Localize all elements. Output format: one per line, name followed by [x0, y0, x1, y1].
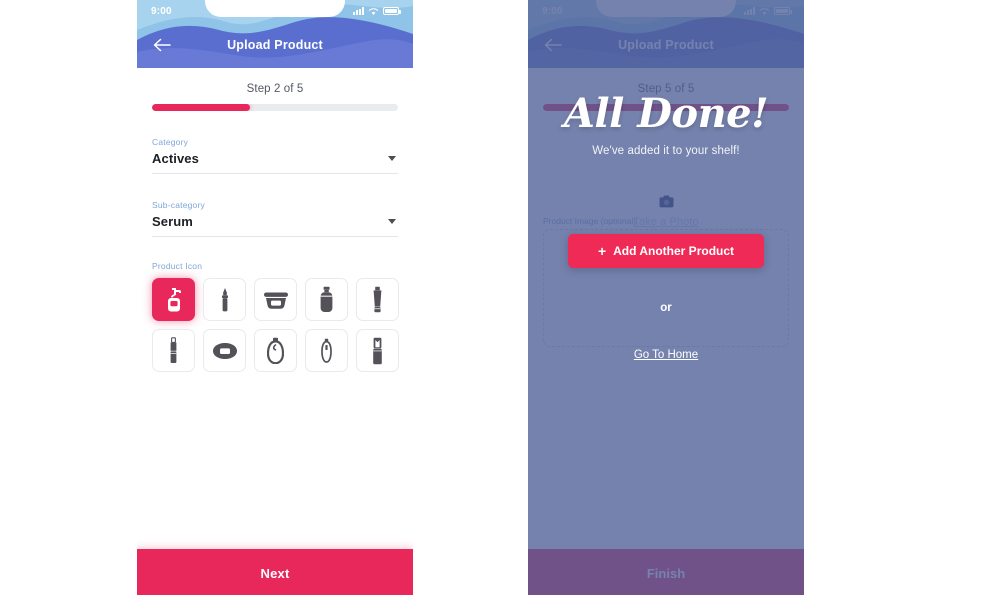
status-time: 9:00 [151, 5, 172, 17]
field-subcategory-label: Sub-category [152, 200, 205, 210]
lipstick-tube-icon [373, 337, 382, 364]
app-header: 9:00 Upload Product [137, 0, 413, 68]
field-category-value: Actives [152, 151, 199, 166]
lotion-bottle-icon [267, 337, 284, 364]
wifi-icon [368, 7, 379, 15]
phone-screen-all-done: 9:00 Upload Product Step 5 of 5 Product … [528, 0, 804, 595]
next-button[interactable]: Next [137, 549, 413, 595]
product-icon-label: Product Icon [152, 261, 203, 271]
cream-jar-icon-cell[interactable] [254, 278, 297, 321]
battery-full-icon [383, 7, 401, 15]
small-vial-icon-cell[interactable] [305, 329, 348, 372]
progress-bar-fill [152, 104, 251, 111]
lipstick-tube-icon-cell[interactable] [356, 329, 399, 372]
pump-bottle-icon [167, 287, 181, 311]
field-category[interactable]: Category Actives [152, 137, 398, 174]
page-title: Upload Product [227, 38, 323, 52]
progress-bar-track [152, 104, 398, 111]
chevron-down-icon[interactable] [388, 156, 396, 161]
plus-icon: + [597, 243, 607, 259]
camera-icon [659, 195, 674, 213]
next-button-label: Next [260, 566, 290, 581]
dropper-bottle-icon [221, 287, 228, 311]
squeeze-tube-icon [373, 286, 382, 313]
add-another-product-button[interactable]: + Add Another Product [568, 234, 764, 268]
screen-content: Step 2 of 5 Category Actives Sub-categor… [137, 83, 413, 595]
cellular-signal-icon [353, 7, 364, 15]
device-notch [205, 0, 345, 17]
field-subcategory-value: Serum [152, 214, 193, 229]
status-icon-group [353, 7, 401, 16]
screenshot-canvas: 9:00 Upload Product Step 2 of 5 Category… [0, 0, 990, 595]
slim-tube-icon-cell[interactable] [152, 329, 195, 372]
or-separator-label: or [660, 302, 672, 314]
go-to-home-link[interactable]: Go To Home [528, 349, 804, 361]
phone-screen-upload-step2: 9:00 Upload Product Step 2 of 5 Category… [137, 0, 413, 595]
product-icon-section: Product Icon [152, 261, 399, 372]
lotion-bottle-icon-cell[interactable] [254, 329, 297, 372]
field-category-label: Category [152, 137, 189, 147]
spray-can-icon [320, 286, 333, 312]
field-subcategory[interactable]: Sub-category Serum [152, 200, 398, 237]
add-another-product-label: Add Another Product [613, 244, 735, 258]
chevron-down-icon[interactable] [388, 219, 396, 224]
pump-bottle-icon-cell[interactable] [152, 278, 195, 321]
spray-can-icon-cell[interactable] [305, 278, 348, 321]
take-photo-block[interactable]: Take a Photo [528, 195, 804, 228]
product-icon-grid [152, 278, 399, 372]
slim-tube-icon [170, 337, 177, 363]
cream-jar-icon [263, 292, 288, 309]
squeeze-tube-icon-cell[interactable] [356, 278, 399, 321]
nav-bar: Upload Product [137, 22, 413, 68]
small-vial-icon [321, 338, 332, 363]
step-indicator-label: Step 2 of 5 [246, 83, 304, 95]
dropper-bottle-icon-cell[interactable] [203, 278, 246, 321]
all-done-title: All Done! [563, 90, 769, 137]
soap-bar-icon [212, 342, 237, 359]
take-photo-label: Take a Photo [633, 216, 699, 228]
soap-bar-icon-cell[interactable] [203, 329, 246, 372]
all-done-subtitle: We've added it to your shelf! [592, 145, 740, 157]
all-done-dialog: All Done! We've added it to your shelf! … [528, 0, 804, 595]
